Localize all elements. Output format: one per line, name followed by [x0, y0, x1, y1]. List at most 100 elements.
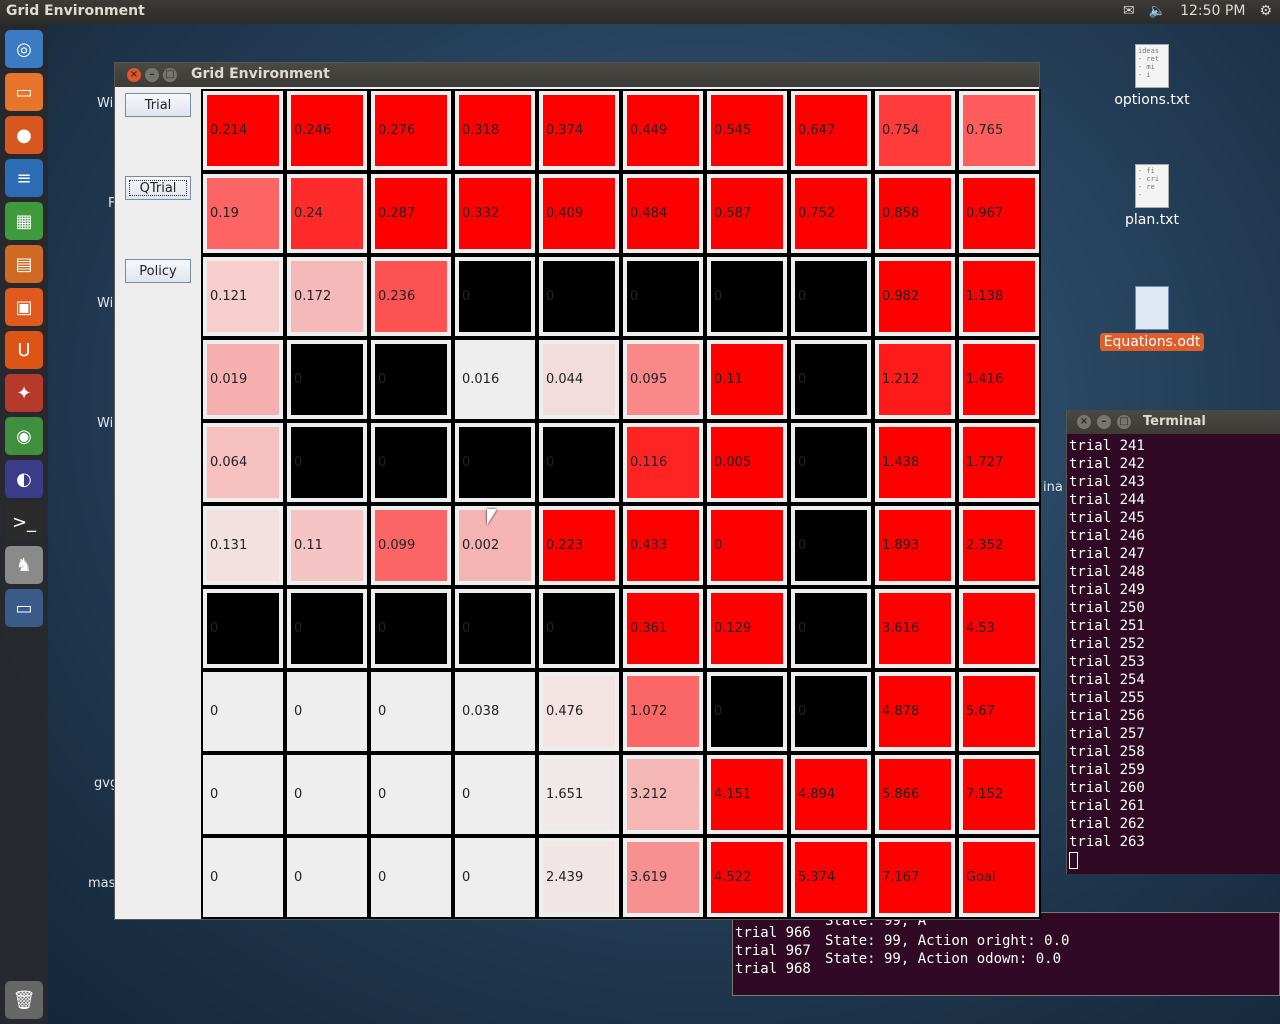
grid-cell[interactable]: 1.138 — [959, 257, 1039, 336]
grid-cell[interactable]: 0.545 — [707, 91, 787, 170]
impress-icon[interactable]: ▤ — [5, 245, 43, 283]
grid-cell[interactable]: 3.212 — [623, 755, 703, 834]
grid-cell[interactable]: 0.858 — [875, 174, 955, 253]
grid-cell[interactable]: 0.647 — [791, 91, 871, 170]
terminal-titlebar[interactable]: × – □ Terminal — [1067, 410, 1280, 434]
grid-cell[interactable]: 0 — [371, 340, 451, 419]
mail-icon[interactable]: ✉ — [1123, 3, 1135, 19]
grid-cell[interactable]: 0.24 — [287, 174, 367, 253]
minimize-icon[interactable]: – — [145, 68, 159, 82]
grid-cell[interactable]: Goal — [959, 838, 1039, 917]
grid-cell[interactable]: 4.878 — [875, 672, 955, 751]
grid-cell[interactable]: 1.438 — [875, 423, 955, 502]
grid-cell[interactable]: 0 — [791, 340, 871, 419]
desktop-file-equations[interactable]: Equations.odt — [1092, 286, 1212, 351]
writer-icon[interactable]: ≡ — [5, 159, 43, 197]
software-center-icon[interactable]: ▣ — [5, 288, 43, 326]
qtrial-button[interactable]: QTrial — [125, 176, 191, 200]
grid-cell[interactable]: 0.11 — [707, 340, 787, 419]
grid-cell[interactable]: 0.214 — [203, 91, 283, 170]
files-icon[interactable]: ▭ — [5, 73, 43, 111]
grid-cell[interactable]: 0.172 — [287, 257, 367, 336]
desktop-file-options[interactable]: ideas - ret - mi - i options.txt — [1092, 44, 1212, 108]
grid-environment-window[interactable]: × – □ Grid Environment Trial QTrial Poli… — [114, 62, 1041, 920]
grid-cell[interactable]: 4.894 — [791, 755, 871, 834]
grid-cell[interactable]: 0 — [455, 257, 535, 336]
grid-cell[interactable]: 0.246 — [287, 91, 367, 170]
grid-cell[interactable]: 3.619 — [623, 838, 703, 917]
grid-cell[interactable]: 0.765 — [959, 91, 1039, 170]
grid-cell[interactable]: 0.019 — [203, 340, 283, 419]
grid-cell[interactable]: 0.005 — [707, 423, 787, 502]
grid-cell[interactable]: 0 — [791, 672, 871, 751]
grid-cell[interactable]: 0 — [371, 838, 451, 917]
grid-cell[interactable]: 4.151 — [707, 755, 787, 834]
grid-cell[interactable]: 0.121 — [203, 257, 283, 336]
grid-cell[interactable]: 0.752 — [791, 174, 871, 253]
close-icon[interactable]: × — [127, 68, 141, 82]
terminal-output[interactable]: trial 241 trial 242 trial 243 trial 244 tria… — [1067, 434, 1280, 872]
grid-cell[interactable]: 0.476 — [539, 672, 619, 751]
grid-cell[interactable]: 0 — [287, 589, 367, 668]
grid-cell[interactable]: 0.433 — [623, 506, 703, 585]
grid-cell[interactable]: 1.416 — [959, 340, 1039, 419]
settings-icon[interactable]: ✦ — [5, 374, 43, 412]
grid-cell[interactable]: 0.236 — [371, 257, 451, 336]
gear-icon[interactable]: ⚙ — [1259, 3, 1272, 19]
grid-cell[interactable]: 0.449 — [623, 91, 703, 170]
grid-cell[interactable]: 0 — [455, 755, 535, 834]
grid-cell[interactable]: 0.116 — [623, 423, 703, 502]
grid-cell[interactable]: 0 — [455, 423, 535, 502]
grid-cell[interactable]: 0 — [707, 506, 787, 585]
grid-cell[interactable]: 0.131 — [203, 506, 283, 585]
grid-cell[interactable]: 0.484 — [623, 174, 703, 253]
eclipse-icon[interactable]: ◐ — [5, 460, 43, 498]
grid-cell[interactable]: 0.287 — [371, 174, 451, 253]
grid-cell[interactable]: 0 — [203, 838, 283, 917]
grid-cell[interactable]: 4.53 — [959, 589, 1039, 668]
grid-cell[interactable]: 0 — [455, 589, 535, 668]
grid-cell[interactable]: 1.212 — [875, 340, 955, 419]
policy-button[interactable]: Policy — [125, 259, 191, 283]
grid-cell[interactable]: 0.038 — [455, 672, 535, 751]
clock[interactable]: 12:50 PM — [1180, 3, 1245, 19]
grid-cell[interactable]: 0.332 — [455, 174, 535, 253]
grid-cell[interactable]: 0 — [203, 672, 283, 751]
volume-icon[interactable]: 🔈 — [1149, 3, 1166, 19]
grid-cell[interactable]: 0 — [539, 257, 619, 336]
grid-cell[interactable]: 3.616 — [875, 589, 955, 668]
grid-cell[interactable]: 0.754 — [875, 91, 955, 170]
dash-icon[interactable]: ◎ — [5, 30, 43, 68]
grid-cell[interactable]: 0.016 — [455, 340, 535, 419]
grid-cell[interactable]: 0 — [623, 257, 703, 336]
ubuntu-one-icon[interactable]: U — [5, 331, 43, 369]
window-titlebar[interactable]: × – □ Grid Environment — [115, 63, 1039, 87]
grid-cell[interactable]: 0 — [287, 672, 367, 751]
grid-cell[interactable]: 0.11 — [287, 506, 367, 585]
grid-cell[interactable]: 0.967 — [959, 174, 1039, 253]
grid-cell[interactable]: 0 — [455, 838, 535, 917]
grid-cell[interactable]: 7.167 — [875, 838, 955, 917]
grid-cell[interactable]: 0 — [791, 423, 871, 502]
terminal-window-background[interactable]: trial 966 trial 967 trial 968 State: 99,… — [732, 912, 1280, 996]
grid-cell[interactable]: 0 — [287, 838, 367, 917]
calc-icon[interactable]: ▦ — [5, 202, 43, 240]
grid-cell[interactable]: 0.587 — [707, 174, 787, 253]
minimize-icon[interactable]: – — [1097, 415, 1111, 429]
grid-cell[interactable]: 0 — [287, 755, 367, 834]
grid-cell[interactable]: 0.361 — [623, 589, 703, 668]
grid-cell[interactable]: 0 — [539, 589, 619, 668]
grid-cell[interactable]: 5.866 — [875, 755, 955, 834]
grid-cell[interactable]: 0 — [203, 755, 283, 834]
grid-cell[interactable]: 0.318 — [455, 91, 535, 170]
grid-cell[interactable]: 7.152 — [959, 755, 1039, 834]
grid-cell[interactable]: 1.893 — [875, 506, 955, 585]
grid-cell[interactable]: 0 — [371, 755, 451, 834]
grid-cell[interactable]: 1.651 — [539, 755, 619, 834]
grid-cell[interactable]: 0 — [371, 423, 451, 502]
close-icon[interactable]: × — [1077, 415, 1091, 429]
grid-cell[interactable]: 0 — [287, 423, 367, 502]
trash-icon[interactable]: 🗑 — [5, 981, 43, 1019]
grid-cell[interactable]: 0.409 — [539, 174, 619, 253]
grid-cell[interactable]: 4.522 — [707, 838, 787, 917]
